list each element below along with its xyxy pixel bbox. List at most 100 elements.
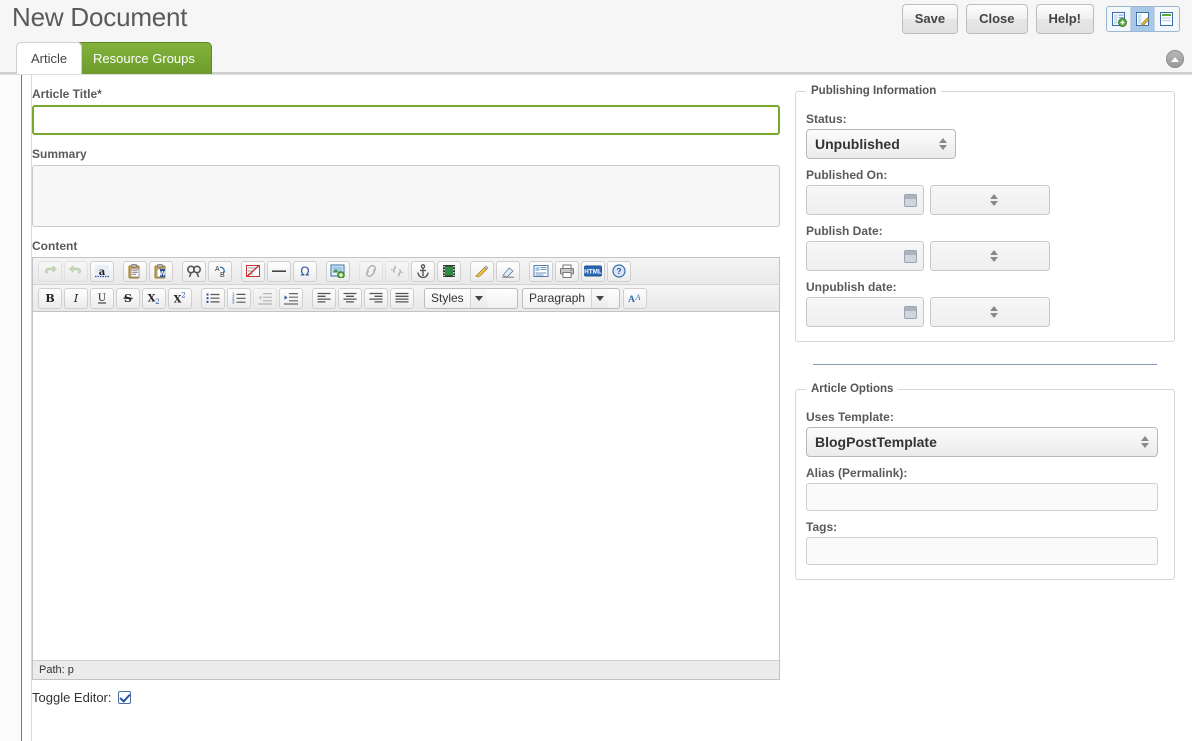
- redo-icon[interactable]: [64, 261, 88, 282]
- outdent-icon[interactable]: [253, 288, 277, 309]
- find-icon[interactable]: [182, 261, 206, 282]
- bold-icon[interactable]: B: [38, 288, 62, 309]
- insert-template-icon[interactable]: [529, 261, 553, 282]
- tab-resource-groups[interactable]: Resource Groups: [76, 42, 212, 74]
- find-replace-icon[interactable]: AB: [208, 261, 232, 282]
- insert-image-icon[interactable]: [326, 261, 350, 282]
- save-button[interactable]: Save: [902, 4, 958, 34]
- published-on-row: [806, 185, 1164, 215]
- close-button[interactable]: Close: [966, 4, 1027, 34]
- publish-date-row: [806, 241, 1164, 271]
- svg-text:B: B: [220, 272, 225, 278]
- help-icon[interactable]: ?: [607, 261, 631, 282]
- print-icon[interactable]: [555, 261, 579, 282]
- calendar-icon: [904, 250, 917, 263]
- status-select-value: Unpublished: [815, 136, 900, 152]
- svg-text:A: A: [628, 295, 635, 305]
- svg-text:I: I: [73, 292, 79, 305]
- spinner-arrows-icon: [939, 138, 947, 150]
- article-options-panel: Article Options Uses Template: BlogPostT…: [795, 383, 1175, 580]
- paste-icon[interactable]: [123, 261, 147, 282]
- undo-icon[interactable]: [38, 261, 62, 282]
- svg-text:A: A: [635, 293, 641, 302]
- editor-content-area[interactable]: [33, 312, 779, 660]
- superscript-icon[interactable]: X2: [168, 288, 192, 309]
- chevron-down-icon: [591, 289, 608, 308]
- strikethrough-icon[interactable]: S: [116, 288, 140, 309]
- published-on-time-input[interactable]: [930, 185, 1050, 215]
- published-on-label: Published On:: [806, 168, 1164, 182]
- collapse-panel-icon[interactable]: [1166, 50, 1184, 68]
- status-select[interactable]: Unpublished: [806, 129, 956, 159]
- toggle-editor-row: Toggle Editor:: [32, 690, 782, 705]
- uses-template-select[interactable]: BlogPostTemplate: [806, 427, 1158, 457]
- uses-template-value: BlogPostTemplate: [815, 434, 937, 450]
- editor-toolbar-row-1: a W AB: [33, 258, 779, 285]
- horizontal-rule-icon[interactable]: [267, 261, 291, 282]
- italic-icon[interactable]: I: [64, 288, 88, 309]
- toggle-editor-label: Toggle Editor:: [32, 690, 112, 705]
- language-icon[interactable]: AA: [623, 288, 647, 309]
- align-left-icon[interactable]: [312, 288, 336, 309]
- spinner-arrows-icon: [990, 194, 998, 206]
- spellcheck-icon[interactable]: a: [90, 261, 114, 282]
- svg-text:B: B: [45, 292, 54, 305]
- tags-label: Tags:: [806, 520, 1164, 534]
- publish-date-date-input[interactable]: [806, 241, 924, 271]
- article-title-label: Article Title*: [32, 87, 782, 101]
- published-on-date-input[interactable]: [806, 185, 924, 215]
- indent-icon[interactable]: [279, 288, 303, 309]
- edit-document-icon[interactable]: [1131, 7, 1155, 31]
- unpublish-date-date-input[interactable]: [806, 297, 924, 327]
- view-mode-toolbar: [1106, 6, 1180, 32]
- styles-select[interactable]: Styles: [424, 288, 518, 309]
- svg-text:3: 3: [232, 299, 235, 304]
- spinner-arrows-icon: [1141, 436, 1149, 448]
- help-button[interactable]: Help!: [1036, 4, 1095, 34]
- header-actions: Save Close Help!: [902, 4, 1180, 34]
- panel-splitter[interactable]: [0, 75, 22, 741]
- calendar-icon: [904, 194, 917, 207]
- summary-label: Summary: [32, 147, 782, 161]
- remove-formatting-icon[interactable]: [241, 261, 265, 282]
- summary-textarea[interactable]: [32, 165, 780, 227]
- publish-date-time-input[interactable]: [930, 241, 1050, 271]
- anchor-icon[interactable]: [411, 261, 435, 282]
- tags-input[interactable]: [806, 537, 1158, 565]
- align-right-icon[interactable]: [364, 288, 388, 309]
- svg-text:U: U: [98, 293, 106, 304]
- publishing-information-panel: Publishing Information Status: Unpublish…: [795, 85, 1175, 342]
- paste-from-word-icon[interactable]: W: [149, 261, 173, 282]
- tab-article[interactable]: Article: [16, 42, 82, 74]
- new-document-icon[interactable]: [1107, 7, 1131, 31]
- subscript-icon[interactable]: X2: [142, 288, 166, 309]
- text-color-icon[interactable]: [470, 261, 494, 282]
- bullet-list-icon[interactable]: [201, 288, 225, 309]
- spinner-arrows-icon: [990, 250, 998, 262]
- format-select[interactable]: Paragraph: [522, 288, 620, 309]
- panel-splitter-track: [23, 75, 32, 741]
- html-source-icon[interactable]: HTML: [581, 261, 605, 282]
- status-label: Status:: [806, 112, 1164, 126]
- align-justify-icon[interactable]: [390, 288, 414, 309]
- svg-text:Ω: Ω: [300, 265, 309, 279]
- calendar-icon: [904, 306, 917, 319]
- align-center-icon[interactable]: [338, 288, 362, 309]
- insert-link-icon[interactable]: [359, 261, 383, 282]
- content-label: Content: [32, 239, 782, 253]
- view-document-icon[interactable]: [1155, 7, 1179, 31]
- numbered-list-icon[interactable]: 123: [227, 288, 251, 309]
- alias-input[interactable]: [806, 483, 1158, 511]
- special-character-icon[interactable]: Ω: [293, 261, 317, 282]
- unlink-icon[interactable]: [385, 261, 409, 282]
- toggle-editor-checkbox[interactable]: [118, 691, 131, 704]
- publishing-information-legend: Publishing Information: [806, 85, 941, 97]
- insert-media-icon[interactable]: [437, 261, 461, 282]
- rich-text-editor: a W AB: [32, 257, 780, 680]
- article-title-input[interactable]: [32, 105, 780, 135]
- document-editor-page: New Document Save Close Help!: [0, 0, 1192, 741]
- page-title: New Document: [12, 2, 187, 33]
- clear-formatting-icon[interactable]: [496, 261, 520, 282]
- underline-icon[interactable]: U: [90, 288, 114, 309]
- unpublish-date-time-input[interactable]: [930, 297, 1050, 327]
